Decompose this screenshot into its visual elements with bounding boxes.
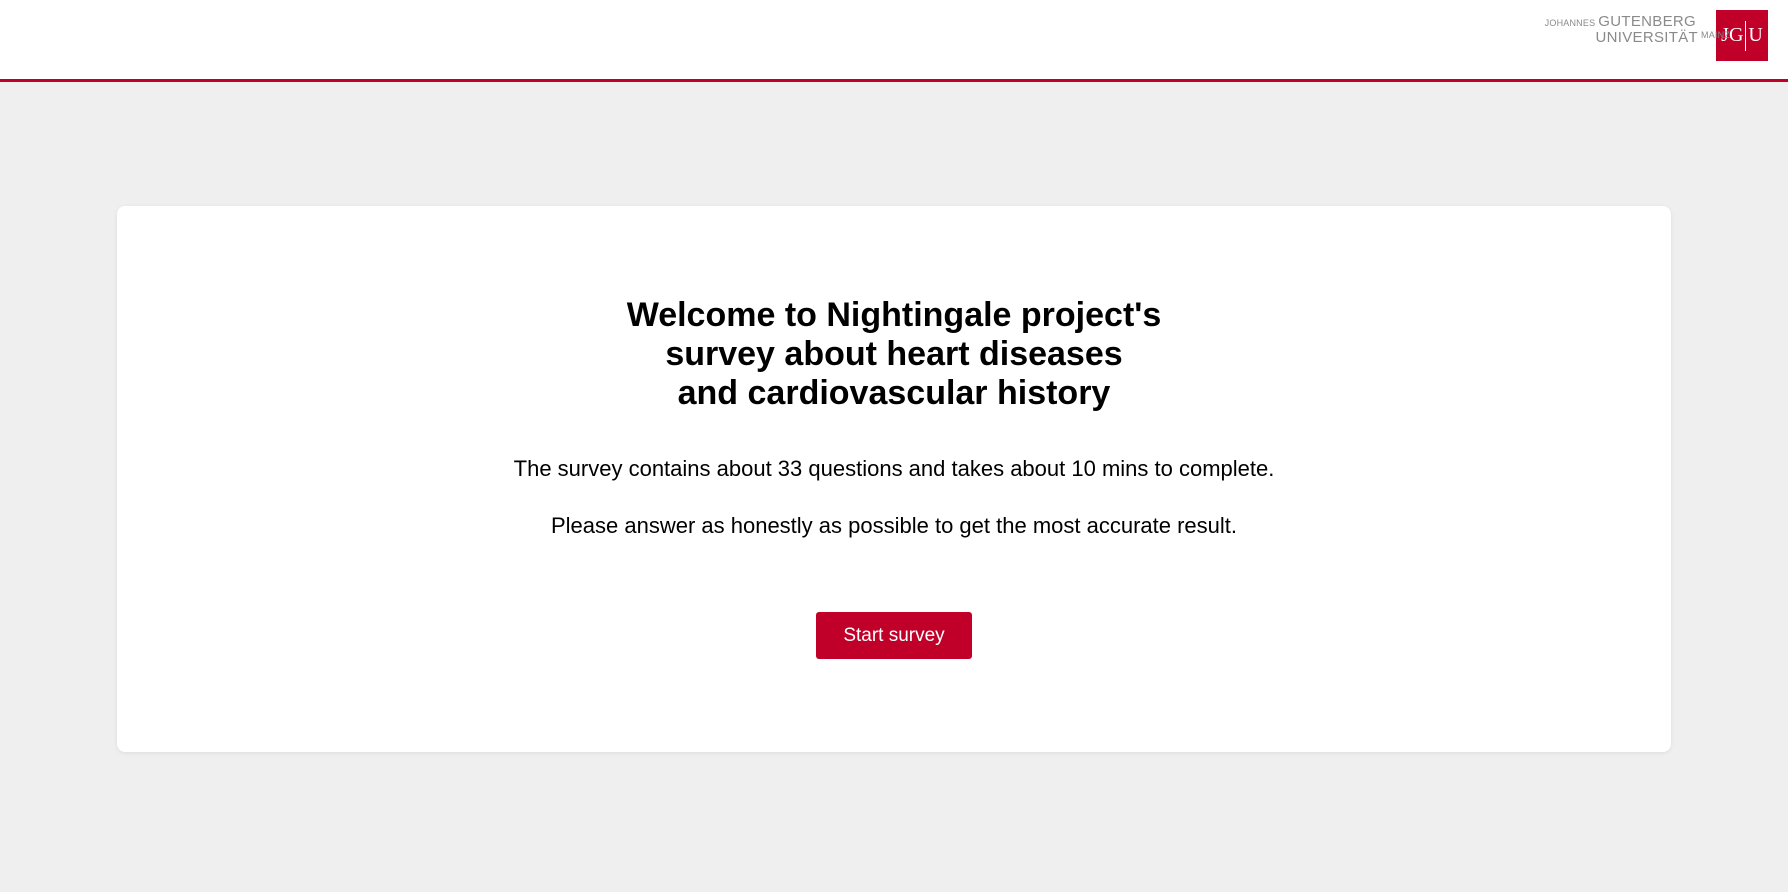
survey-instruction-text: Please answer as honestly as possible to…: [550, 513, 1238, 538]
title-line: Welcome to Nightingale project's: [626, 296, 1162, 334]
page-title: Welcome to Nightingale project's survey …: [117, 296, 1671, 413]
logo-wordmark: JOHANNES GUTENBERG UNIVERSITÄT MAINZ: [1544, 13, 1730, 46]
welcome-card: Welcome to Nightingale project's survey …: [117, 206, 1671, 752]
top-header: JOHANNES GUTENBERG UNIVERSITÄT MAINZ JG …: [0, 0, 1788, 82]
start-survey-button[interactable]: Start survey: [816, 612, 972, 659]
logo-mark-right: U: [1748, 24, 1763, 46]
title-line: and cardiovascular history: [677, 374, 1111, 412]
title-line: survey about heart diseases: [665, 335, 1123, 373]
survey-info-text: The survey contains about 33 questions a…: [513, 456, 1275, 481]
jgu-logo[interactable]: JOHANNES GUTENBERG UNIVERSITÄT MAINZ JG …: [1545, 10, 1768, 61]
logo-mark-divider: [1745, 20, 1747, 51]
logo-universitat: UNIVERSITÄT: [1595, 29, 1698, 46]
logo-johannes: JOHANNES: [1544, 18, 1596, 28]
logo-gutenberg: GUTENBERG: [1598, 13, 1696, 30]
logo-mainz: MAINZ: [1701, 30, 1730, 40]
